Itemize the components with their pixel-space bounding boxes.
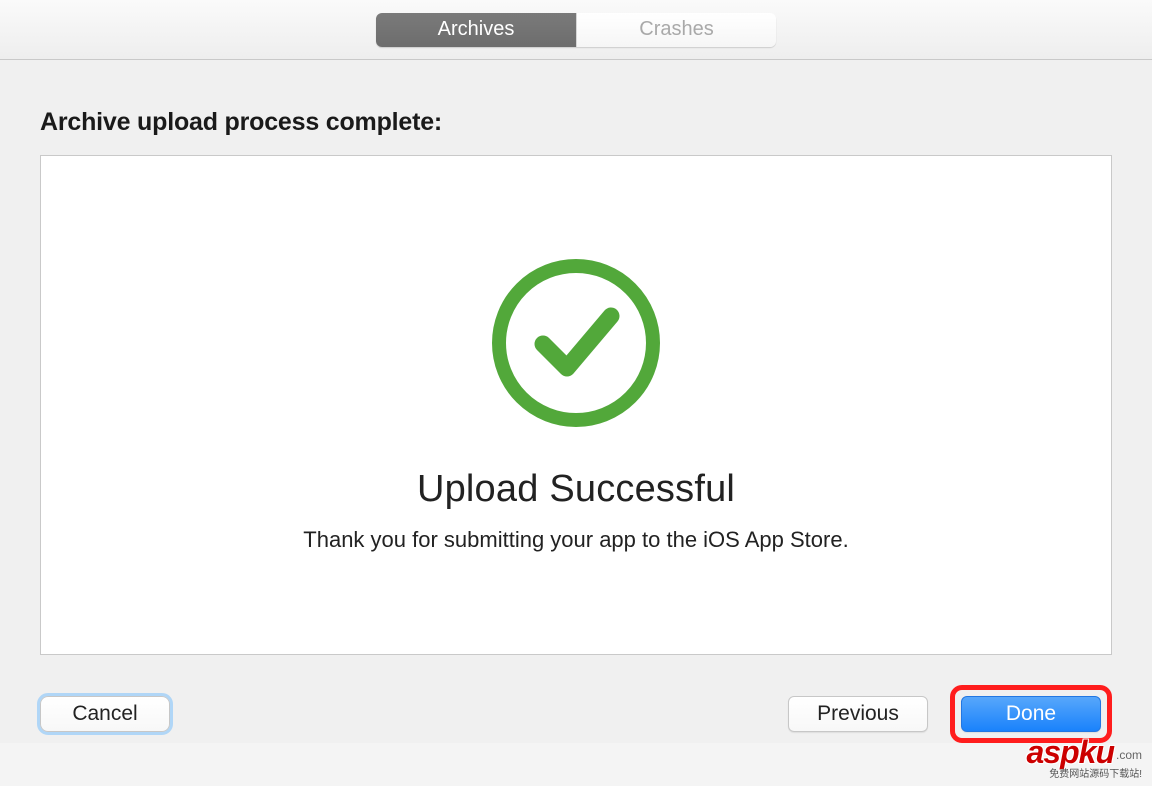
tab-crashes[interactable]: Crashes: [576, 13, 776, 47]
tab-archives[interactable]: Archives: [376, 13, 576, 47]
content-panel: Upload Successful Thank you for submitti…: [40, 155, 1112, 655]
watermark-text: aspku: [1027, 734, 1114, 770]
dialog-footer: Cancel Previous Done: [0, 655, 1152, 743]
done-button[interactable]: Done: [961, 696, 1101, 732]
dialog-sheet: Archive upload process complete: Upload …: [0, 60, 1152, 743]
success-subtitle: Thank you for submitting your app to the…: [303, 527, 848, 553]
success-heading: Upload Successful: [417, 468, 735, 511]
success-checkmark-icon: [491, 258, 661, 428]
previous-button[interactable]: Previous: [788, 696, 928, 732]
watermark-subtitle: 免费网站源码下载站!: [1027, 770, 1143, 780]
segmented-control: Archives Crashes: [376, 13, 776, 47]
watermark-dotcom: .com: [1116, 748, 1142, 762]
watermark: aspku.com 免费网站源码下载站!: [1027, 736, 1143, 780]
cancel-button[interactable]: Cancel: [40, 696, 170, 732]
dialog-title: Archive upload process complete:: [0, 60, 1152, 155]
toolbar: Archives Crashes: [0, 0, 1152, 60]
